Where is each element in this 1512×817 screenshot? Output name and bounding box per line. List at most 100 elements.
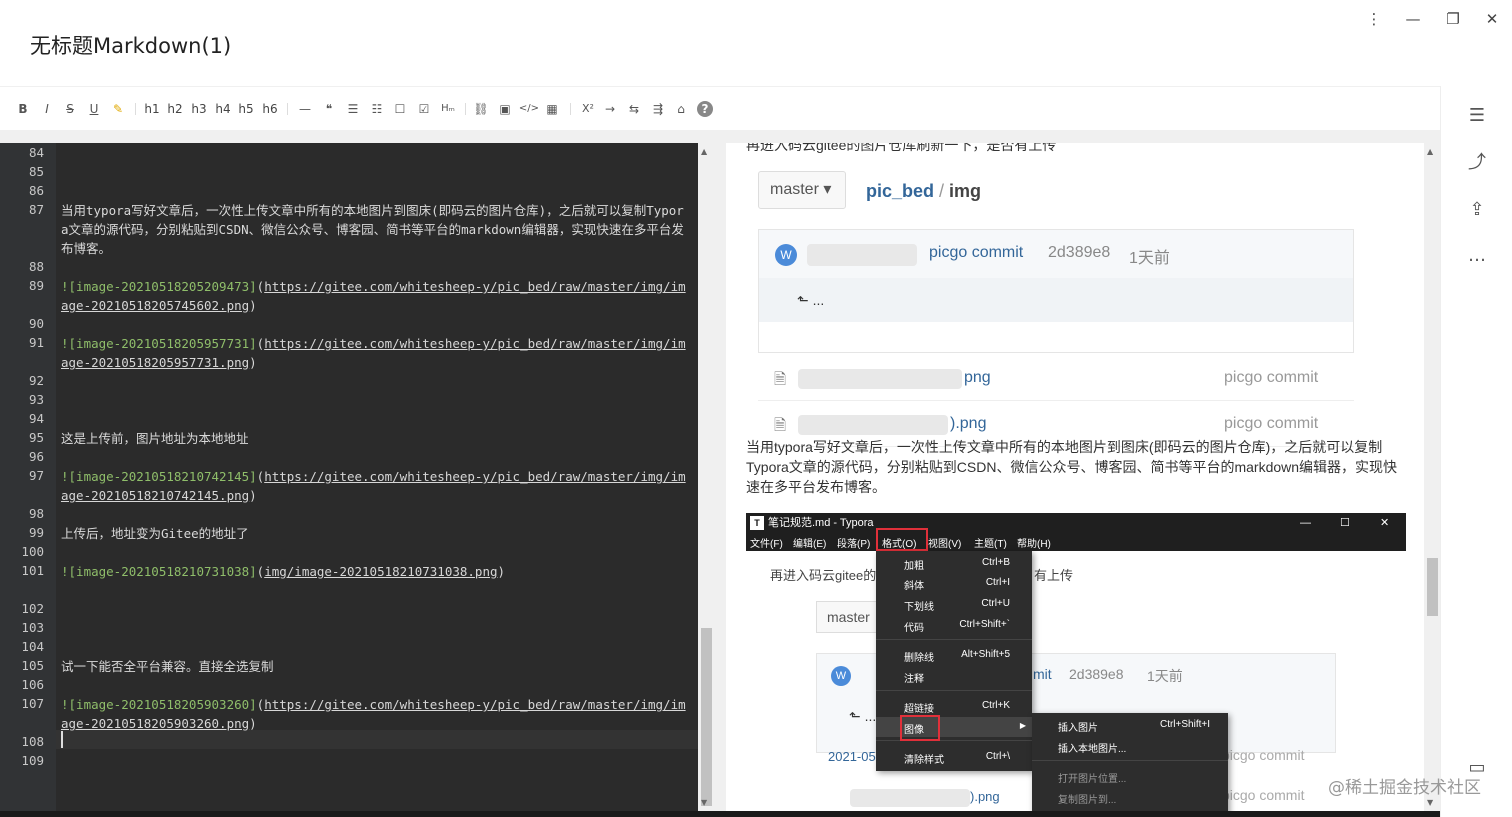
- code-line[interactable]: 上传后，地址变为Gitee的地址了: [61, 524, 691, 543]
- scroll-down-arrow-icon[interactable]: ▼: [701, 798, 707, 807]
- editor-scroll-thumb[interactable]: [701, 628, 712, 806]
- code-line[interactable]: ![image-20210518210742145](https://gitee…: [61, 467, 691, 505]
- highlight-icon[interactable]: ✎: [111, 101, 125, 117]
- bold-button[interactable]: B: [16, 101, 30, 117]
- image-icon[interactable]: ▣: [497, 101, 513, 117]
- quote-icon[interactable]: ❝: [321, 101, 337, 117]
- checkbox-icon[interactable]: ☐: [392, 101, 408, 117]
- swap-icon[interactable]: ⇆: [626, 101, 642, 117]
- shot-file-message: picgo commit: [1222, 787, 1305, 803]
- preview-pane: 再进入码云gitee的图片仓库刷新一下，是否有上传 master ▾ pic_b…: [726, 143, 1424, 817]
- submenu-arrow-icon: ▶: [1019, 721, 1026, 730]
- menu-separator: [876, 690, 1032, 691]
- shot-menu-item: 段落(P): [837, 539, 871, 550]
- typora-menu-screenshot: T 笔记规范.md - Typora — ☐ ✕ 文件(F) 编辑(E) 段落(…: [746, 513, 1406, 817]
- export-icon[interactable]: ⇪: [1465, 198, 1489, 222]
- image-url[interactable]: img/image-20210518210731038.png: [264, 564, 497, 579]
- editor-scrollbar[interactable]: ▲ ▼: [698, 143, 716, 817]
- h2-button[interactable]: h2: [166, 101, 184, 117]
- h6-button[interactable]: h6: [261, 101, 279, 117]
- line-number: 90: [28, 316, 44, 331]
- superscript-icon[interactable]: X²: [578, 101, 598, 117]
- file-row: 🗎 png picgo commit: [758, 357, 1354, 401]
- line-number: 100: [21, 544, 44, 559]
- code-line[interactable]: ![image-20210518210731038](img/image-202…: [61, 562, 691, 581]
- more-icon[interactable]: …: [1465, 244, 1489, 268]
- right-sidebar: ☰ ⤴ ⇪ … ▭: [1440, 86, 1512, 817]
- sync-scroll-icon[interactable]: ⇶: [650, 101, 666, 117]
- line-number: 85: [28, 164, 44, 179]
- menu-item-comment: 注释: [904, 674, 924, 685]
- menu-separator: [1032, 760, 1228, 761]
- shot-file-name: ).png: [970, 789, 1000, 804]
- h5-button[interactable]: h5: [237, 101, 255, 117]
- menu-item-clear-format: 清除样式 Ctrl+\: [904, 751, 1010, 766]
- code-line[interactable]: ![image-20210518205209473](https://gitee…: [61, 277, 691, 315]
- line-number: 105: [21, 658, 44, 673]
- line-number: 88: [28, 259, 44, 274]
- restore-button[interactable]: ❐: [1442, 8, 1464, 30]
- h4-button[interactable]: h4: [214, 101, 232, 117]
- paren: ): [249, 355, 257, 370]
- help-icon[interactable]: ?: [697, 101, 713, 117]
- shot-file-name: 2021-05-: [828, 749, 881, 764]
- shot-menu-item: 文件(F): [750, 539, 783, 550]
- commit-row: W picgo commit 2d389e8 1天前: [759, 230, 1353, 278]
- text-caret: [61, 731, 63, 748]
- markdown-editor[interactable]: 84 85 86 87 当用typora写好文章后，一次性上传文章中所有的本地图片到图床…: [0, 143, 698, 817]
- ordered-list-icon[interactable]: ☷: [369, 101, 385, 117]
- submenu-insert-image: 插入图片 Ctrl+Shift+I: [1058, 719, 1210, 734]
- code-line[interactable]: ![image-20210518205903260](https://gitee…: [61, 695, 691, 733]
- line-number: 96: [28, 449, 44, 464]
- code-line[interactable]: ![image-20210518205957731](https://gitee…: [61, 334, 691, 372]
- line-number: 84: [28, 145, 44, 160]
- h1-button[interactable]: h1: [143, 101, 161, 117]
- theme-icon[interactable]: ⌂: [673, 101, 689, 117]
- parent-dir-link: ⬑ ...: [797, 292, 825, 308]
- code-line[interactable]: 当用typora写好文章后，一次性上传文章中所有的本地图片到图床(即码云的图片仓…: [61, 201, 691, 258]
- h3-button[interactable]: h3: [190, 101, 208, 117]
- scroll-down-arrow-icon[interactable]: ▼: [1427, 798, 1433, 807]
- menu-item-underline: 下划线 Ctrl+U: [904, 598, 1010, 613]
- code-line[interactable]: 这是上传前，图片地址为本地地址: [61, 429, 691, 448]
- menu-separator: [876, 639, 1032, 640]
- underline-button[interactable]: U: [87, 101, 101, 117]
- scroll-up-arrow-icon[interactable]: ▲: [1427, 147, 1433, 156]
- table-icon[interactable]: ▦: [544, 101, 560, 117]
- menu-item-hyperlink: 超链接 Ctrl+K: [904, 700, 1010, 715]
- commit-message: picgo commit: [929, 244, 1024, 261]
- link-icon[interactable]: ⛓: [473, 101, 489, 117]
- shot-commit-time: 1天前: [1147, 668, 1183, 684]
- toc-icon[interactable]: ☰: [1465, 104, 1489, 128]
- strikethrough-button[interactable]: S: [63, 101, 77, 117]
- preview-scrollbar[interactable]: ▲ ▼: [1424, 143, 1440, 817]
- shot-body-text-right: 有上传: [1034, 568, 1074, 583]
- horizontal-rule-icon[interactable]: —: [297, 101, 313, 117]
- shot-menu-bar: 文件(F) 编辑(E) 段落(P) 格式(O) 视图(V) 主题(T) 帮助(H…: [746, 533, 1406, 551]
- preview-scroll-thumb[interactable]: [1427, 558, 1438, 616]
- shot-close-icon: ✕: [1380, 517, 1390, 529]
- code-icon[interactable]: </>: [518, 101, 540, 117]
- toolbar-divider: [570, 103, 571, 115]
- minimize-button[interactable]: —: [1402, 8, 1424, 30]
- pane-divider[interactable]: [716, 143, 726, 817]
- preview-cut-text: 再进入码云gitee的图片仓库刷新一下，是否有上传: [746, 143, 1057, 153]
- task-list-icon[interactable]: ☑: [416, 101, 432, 117]
- scroll-up-arrow-icon[interactable]: ▲: [701, 147, 707, 156]
- arrow-right-icon[interactable]: →: [602, 101, 618, 117]
- italic-button[interactable]: I: [40, 101, 54, 117]
- code-line[interactable]: 试一下能否全平台兼容。直接全选复制: [61, 657, 691, 676]
- toolbar-divider: [465, 103, 466, 115]
- shot-parent-dir: ⬑ ...: [849, 708, 877, 724]
- shot-menu-item: 视图(V): [928, 539, 962, 550]
- line-number: 109: [21, 753, 44, 768]
- share-icon[interactable]: ⤴: [1465, 151, 1489, 175]
- line-number: 97: [28, 468, 44, 483]
- line-number: 107: [21, 696, 44, 711]
- line-number: 99: [28, 525, 44, 540]
- close-button[interactable]: ✕: [1481, 8, 1503, 30]
- html-icon[interactable]: Hₘ: [438, 101, 458, 117]
- line-number: 108: [21, 734, 44, 749]
- more-menu-icon[interactable]: ⋮: [1363, 8, 1385, 30]
- unordered-list-icon[interactable]: ☰: [345, 101, 361, 117]
